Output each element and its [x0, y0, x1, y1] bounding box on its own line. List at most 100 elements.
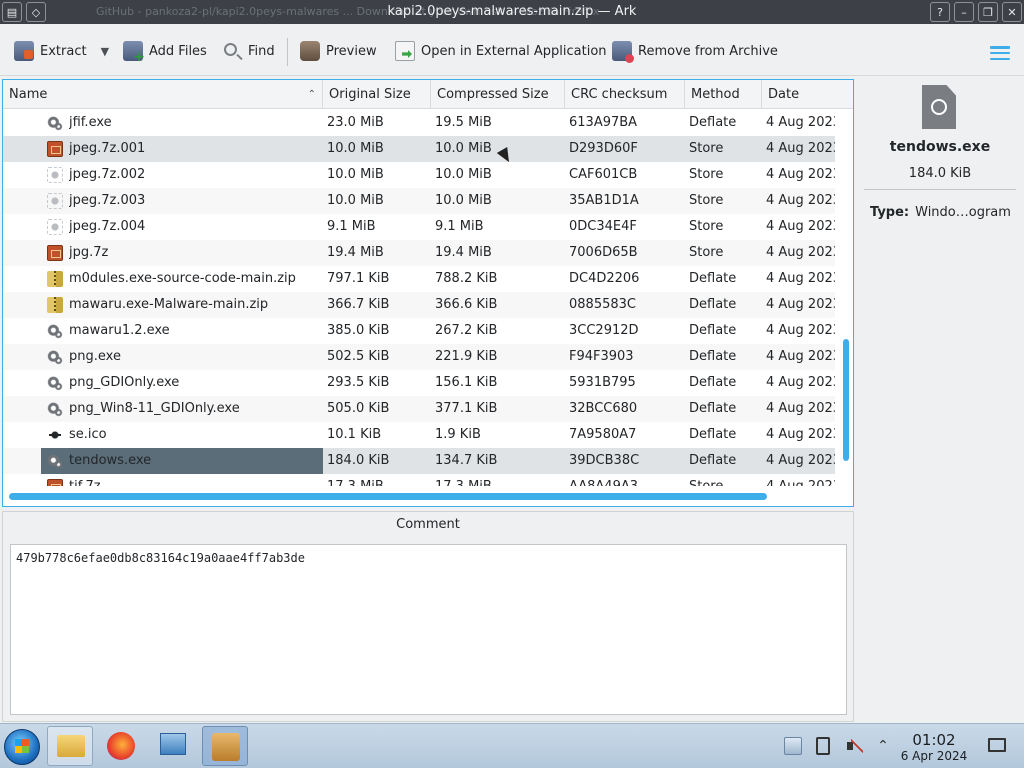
- comment-textbox[interactable]: 479b778c6efae0db8c83164c19a0aae4ff7ab3de: [10, 544, 847, 715]
- column-header-date[interactable]: Date: [762, 80, 853, 109]
- method: Store: [689, 141, 724, 156]
- table-row[interactable]: png.exe 502.5 KiB 221.9 KiB F94F3903 Deflate…: [3, 344, 835, 370]
- date: 4 Aug 2023: [766, 474, 835, 486]
- date: 4 Aug 2023: [766, 297, 835, 312]
- compressed-size: 10.0 MiB: [435, 167, 492, 182]
- original-size: 10.0 MiB: [327, 141, 384, 156]
- taskbar-network-app[interactable]: [150, 726, 196, 766]
- date: 4 Aug 2023: [766, 375, 835, 390]
- clock-date[interactable]: 6 Apr 2024: [900, 749, 968, 763]
- close-icon[interactable]: ✕: [1002, 2, 1022, 22]
- date: 4 Aug 2023: [766, 193, 835, 208]
- tray-volume-muted-icon[interactable]: [846, 737, 864, 755]
- file-name: m0dules.exe-source-code-main.zip: [69, 271, 296, 286]
- crc-checksum: CAF601CB: [569, 167, 638, 182]
- add-files-button[interactable]: Add Files: [123, 39, 207, 65]
- help-icon[interactable]: ?: [930, 2, 950, 22]
- original-size: 797.1 KiB: [327, 271, 390, 286]
- method: Deflate: [689, 401, 737, 416]
- original-size: 10.0 MiB: [327, 167, 384, 182]
- original-size: 184.0 KiB: [327, 453, 390, 468]
- zip-icon: [47, 297, 63, 313]
- info-type-value: Windo…ogram: [915, 205, 1011, 220]
- date: 4 Aug 2023: [766, 141, 835, 156]
- chevron-down-icon[interactable]: ▼: [101, 45, 109, 58]
- table-row[interactable]: tif.7z 17.3 MiB 17.3 MiB AA8A49A3 Store 4 Aug…: [3, 474, 835, 486]
- date: 4 Aug 2023: [766, 453, 835, 468]
- remove-button[interactable]: Remove from Archive: [612, 39, 778, 63]
- method: Store: [689, 219, 724, 234]
- add-files-icon: [123, 41, 145, 65]
- exe-icon: [47, 323, 63, 339]
- column-header-name[interactable]: Name ⌃: [3, 80, 323, 109]
- original-size: 502.5 KiB: [327, 349, 390, 364]
- exe-icon: [47, 115, 63, 131]
- open-external-icon: [395, 41, 415, 61]
- compressed-size: 10.0 MiB: [435, 141, 492, 156]
- table-row[interactable]: jpeg.7z.003 10.0 MiB 10.0 MiB 35AB1D1A Store…: [3, 188, 835, 214]
- file-part-icon: [47, 167, 63, 183]
- show-desktop-icon[interactable]: [988, 738, 1006, 752]
- find-button[interactable]: Find: [222, 39, 275, 63]
- table-row[interactable]: jpg.7z 19.4 MiB 19.4 MiB 7006D65B Store 4 Aug…: [3, 240, 835, 266]
- crc-checksum: 39DCB38C: [569, 453, 640, 468]
- crc-checksum: F94F3903: [569, 349, 634, 364]
- column-header-method[interactable]: Method: [685, 80, 762, 109]
- table-row[interactable]: se.ico 10.1 KiB 1.9 KiB 7A9580A7 Deflate 4 Au…: [3, 422, 835, 448]
- crc-checksum: 7A9580A7: [569, 427, 637, 442]
- add-files-label: Add Files: [149, 43, 207, 59]
- original-size: 23.0 MiB: [327, 115, 384, 130]
- original-size: 293.5 KiB: [327, 375, 390, 390]
- tray-network-icon[interactable]: [784, 737, 802, 755]
- taskbar-ark[interactable]: [202, 726, 248, 766]
- clock-time[interactable]: 01:02: [900, 731, 968, 749]
- table-row[interactable]: jpeg.7z.002 10.0 MiB 10.0 MiB CAF601CB Store…: [3, 162, 835, 188]
- sort-ascending-icon: ⌃: [307, 89, 316, 100]
- original-size: 19.4 MiB: [327, 245, 384, 260]
- file-list-panel[interactable]: Name ⌃ Original Size Compressed Size CRC…: [2, 79, 854, 507]
- taskbar-file-manager[interactable]: [47, 726, 93, 766]
- horizontal-scrollbar[interactable]: [9, 493, 767, 500]
- taskbar: ⌃ 01:02 6 Apr 2024: [0, 723, 1024, 768]
- table-row[interactable]: mawaru.exe-Malware-main.zip 366.7 KiB 366.…: [3, 292, 835, 318]
- table-row[interactable]: tendows.exe 184.0 KiB 134.7 KiB 39DCB38C Def…: [3, 448, 835, 474]
- hamburger-menu-icon[interactable]: [990, 46, 1010, 60]
- extract-button[interactable]: Extract ▼: [14, 39, 109, 63]
- file-name: png_GDIOnly.exe: [69, 375, 180, 390]
- open-external-button[interactable]: Open in External Application: [395, 39, 607, 63]
- ark-archive-icon: [212, 733, 240, 761]
- maximize-icon[interactable]: ❐: [978, 2, 998, 22]
- column-header-original-size[interactable]: Original Size: [323, 80, 431, 109]
- table-row[interactable]: m0dules.exe-source-code-main.zip 797.1 Ki…: [3, 266, 835, 292]
- date: 4 Aug 2023: [766, 167, 835, 182]
- tray-expand-icon[interactable]: ⌃: [874, 737, 892, 755]
- table-row[interactable]: jpeg.7z.004 9.1 MiB 9.1 MiB 0DC34E4F Store 4 …: [3, 214, 835, 240]
- start-button-icon[interactable]: [4, 729, 40, 765]
- file-part-icon: [47, 193, 63, 209]
- archive-7z-icon: [47, 141, 63, 157]
- crc-checksum: 32BCC680: [569, 401, 638, 416]
- tray-clipboard-icon[interactable]: [816, 737, 830, 755]
- info-type-label: Type:: [870, 205, 910, 220]
- crc-checksum: AA8A49A3: [569, 474, 681, 486]
- table-row[interactable]: png_GDIOnly.exe 293.5 KiB 156.1 KiB 5931B79…: [3, 370, 835, 396]
- network-computer-icon: [160, 733, 186, 755]
- compressed-size: 1.9 KiB: [435, 427, 481, 442]
- column-header-crc[interactable]: CRC checksum: [565, 80, 685, 109]
- extract-icon: [14, 41, 34, 61]
- table-row[interactable]: png_Win8-11_GDIOnly.exe 505.0 KiB 377.1 Ki…: [3, 396, 835, 422]
- table-row[interactable]: jfif.exe 23.0 MiB 19.5 MiB 613A97BA Deflate 4…: [3, 110, 835, 136]
- crc-checksum: 0DC34E4F: [569, 219, 637, 234]
- minimize-icon[interactable]: –: [954, 2, 974, 22]
- table-row[interactable]: jpeg.7z.001 10.0 MiB 10.0 MiB D293D60F Store…: [3, 136, 835, 162]
- table-row[interactable]: mawaru1.2.exe 385.0 KiB 267.2 KiB 3CC2912D D…: [3, 318, 835, 344]
- file-name: jpeg.7z.002: [69, 167, 146, 182]
- column-header-compressed-size[interactable]: Compressed Size: [431, 80, 565, 109]
- titlebar-right-controls: ? – ❐ ✕: [930, 2, 1022, 22]
- method: Store: [689, 245, 724, 260]
- remove-label: Remove from Archive: [638, 43, 778, 59]
- preview-button[interactable]: Preview: [300, 39, 377, 63]
- remove-icon: [612, 41, 634, 63]
- vertical-scrollbar[interactable]: [843, 339, 849, 461]
- taskbar-firefox[interactable]: [98, 726, 144, 766]
